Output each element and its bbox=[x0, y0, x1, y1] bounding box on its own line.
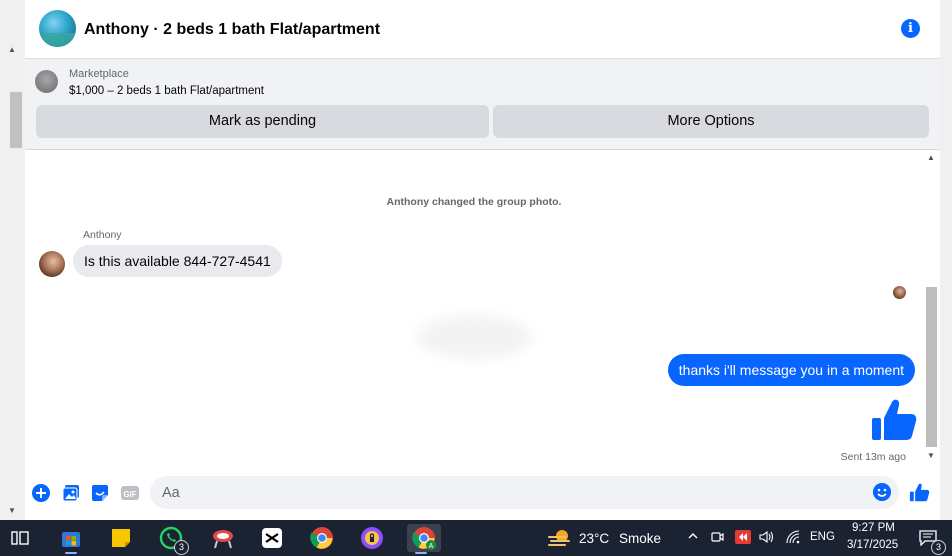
scroll-up-arrow[interactable]: ▲ bbox=[927, 153, 935, 162]
listing-title[interactable]: $1,000 – 2 beds 1 bath Flat/apartment bbox=[69, 85, 264, 97]
message-composer: GIF bbox=[25, 468, 940, 520]
weather-temperature[interactable]: 23°C bbox=[579, 531, 609, 546]
svg-text:GIF: GIF bbox=[123, 490, 136, 499]
clock-date[interactable]: 3/17/2025 bbox=[847, 539, 898, 551]
svg-text:A: A bbox=[429, 543, 434, 550]
photo-icon[interactable] bbox=[62, 484, 80, 502]
scroll-down-arrow[interactable]: ▼ bbox=[927, 451, 935, 460]
sender-avatar[interactable] bbox=[39, 251, 65, 277]
snipping-tool-icon[interactable] bbox=[209, 524, 237, 552]
message-scrollbar[interactable]: ▲ ▼ bbox=[923, 150, 940, 468]
scrollbar-thumb[interactable] bbox=[926, 287, 937, 447]
chat-header: Anthony · 2 beds 1 bath Flat/apartment i bbox=[25, 0, 940, 59]
weather-condition[interactable]: Smoke bbox=[619, 531, 661, 546]
meet-now-icon[interactable] bbox=[710, 530, 724, 547]
thumbs-up-icon[interactable] bbox=[870, 396, 918, 444]
more-options-button[interactable]: More Options bbox=[493, 105, 929, 138]
scroll-up-arrow[interactable]: ▲ bbox=[8, 45, 16, 54]
gif-icon[interactable]: GIF bbox=[121, 484, 139, 502]
mark-as-pending-button[interactable]: Mark as pending bbox=[36, 105, 489, 138]
sent-status: Sent 13m ago bbox=[840, 451, 906, 463]
group-avatar[interactable] bbox=[39, 10, 76, 47]
emoji-icon[interactable] bbox=[873, 483, 891, 501]
blurred-area bbox=[417, 315, 532, 359]
microsoft-store-icon[interactable] bbox=[57, 524, 85, 554]
outer-scrollbar[interactable]: ▲ ▼ bbox=[0, 0, 25, 520]
listing-thumbnail[interactable] bbox=[35, 70, 58, 93]
weather-smoke-icon[interactable] bbox=[546, 524, 574, 552]
windows-taskbar: 3 A 23°C Smoke ENG 9:27 PM 3/17/2025 3 bbox=[0, 520, 952, 556]
plus-icon[interactable] bbox=[32, 484, 50, 502]
chevron-up-icon[interactable] bbox=[687, 530, 699, 545]
window-edge bbox=[940, 0, 952, 520]
volume-icon[interactable] bbox=[759, 530, 775, 547]
chat-title[interactable]: Anthony · 2 beds 1 bath Flat/apartment bbox=[84, 21, 380, 39]
outgoing-message-bubble[interactable]: thanks i'll message you in a moment bbox=[667, 354, 915, 386]
sticker-icon[interactable] bbox=[91, 484, 109, 502]
send-like-button[interactable] bbox=[909, 482, 930, 503]
capcut-icon[interactable] bbox=[258, 524, 286, 552]
chrome-icon[interactable] bbox=[308, 524, 336, 552]
message-input[interactable] bbox=[150, 476, 899, 509]
clock-time[interactable]: 9:27 PM bbox=[852, 522, 895, 534]
system-message: Anthony changed the group photo. bbox=[386, 196, 562, 208]
marketplace-panel: Marketplace $1,000 – 2 beds 1 bath Flat/… bbox=[25, 59, 940, 150]
task-view-icon[interactable] bbox=[6, 524, 34, 552]
recording-app-icon[interactable] bbox=[735, 530, 751, 547]
input-language[interactable]: ENG bbox=[810, 531, 835, 543]
notification-badge: 3 bbox=[931, 540, 946, 555]
seen-indicator-avatar bbox=[893, 286, 906, 299]
info-icon[interactable]: i bbox=[901, 19, 920, 38]
incoming-message-bubble[interactable]: Is this available 844-727-4541 bbox=[73, 245, 282, 277]
whatsapp-badge: 3 bbox=[174, 540, 189, 555]
scrollbar-thumb[interactable] bbox=[10, 92, 22, 148]
vpn-shield-icon[interactable] bbox=[358, 524, 386, 552]
sender-name: Anthony bbox=[83, 229, 122, 241]
chrome-profile-icon[interactable]: A bbox=[407, 524, 441, 554]
scroll-down-arrow[interactable]: ▼ bbox=[8, 506, 16, 515]
wifi-icon[interactable] bbox=[786, 530, 800, 547]
message-list: Anthony changed the group photo. Anthony… bbox=[25, 150, 923, 468]
whatsapp-icon[interactable]: 3 bbox=[157, 524, 189, 555]
marketplace-label: Marketplace bbox=[69, 68, 129, 80]
sticky-notes-icon[interactable] bbox=[107, 524, 135, 552]
notification-center-icon[interactable]: 3 bbox=[914, 524, 946, 555]
